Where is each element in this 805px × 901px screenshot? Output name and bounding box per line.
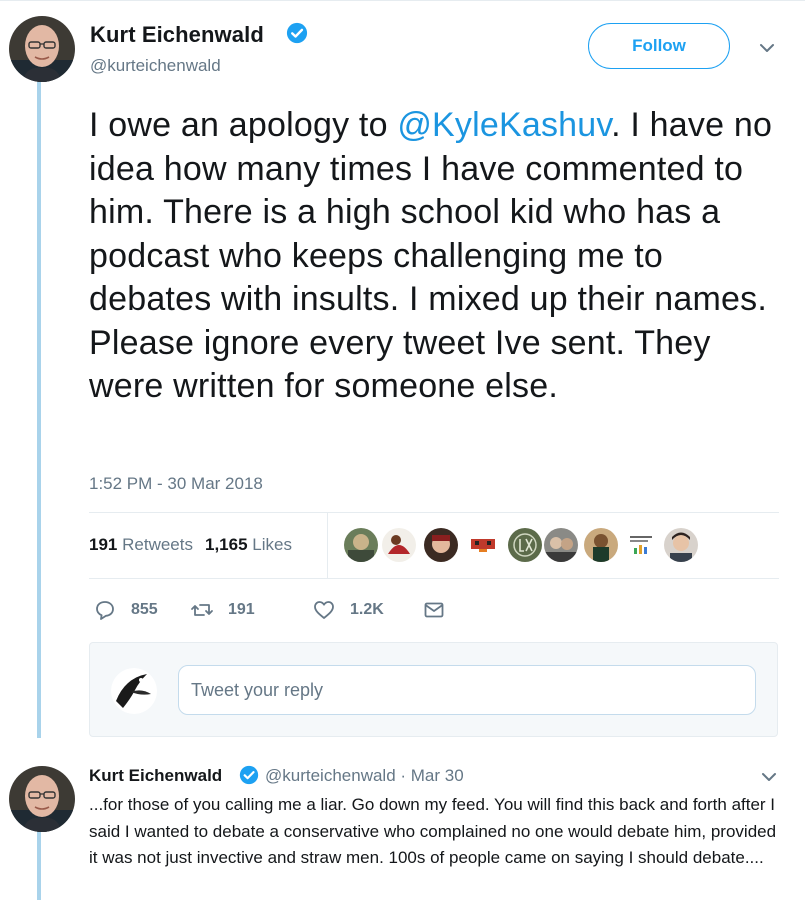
envelope-icon bbox=[424, 602, 444, 618]
retweets-label: Retweets bbox=[122, 535, 193, 554]
verified-badge-icon bbox=[239, 765, 259, 785]
liker-avatar[interactable] bbox=[583, 527, 619, 563]
heart-icon bbox=[314, 601, 334, 619]
liker-avatar[interactable] bbox=[663, 527, 699, 563]
reply-author-handle[interactable]: @kurteichenwald bbox=[265, 766, 396, 785]
reply-author-meta: @kurteichenwald · Mar 30 bbox=[265, 766, 464, 786]
tweet-text-part: I owe an apology to bbox=[89, 106, 398, 144]
verified-badge-icon bbox=[286, 22, 308, 44]
thread-connector-gap bbox=[37, 738, 41, 768]
tweet-text: I owe an apology to @KyleKashuv. I have … bbox=[89, 104, 789, 409]
author-handle[interactable]: @kurteichenwald bbox=[90, 56, 221, 76]
retweets-stat[interactable]: 191 Retweets bbox=[89, 535, 193, 554]
liker-avatar[interactable] bbox=[423, 527, 459, 563]
likes-label: Likes bbox=[252, 535, 292, 554]
tweet-timestamp[interactable]: 1:52 PM - 30 Mar 2018 bbox=[89, 474, 263, 494]
liker-avatar[interactable] bbox=[543, 527, 579, 563]
reply-author-avatar[interactable] bbox=[9, 766, 75, 832]
reply-tweet-text: ...for those of you calling me a liar. G… bbox=[89, 795, 777, 867]
top-border bbox=[0, 0, 805, 1]
author-avatar[interactable] bbox=[9, 16, 75, 82]
reply-date[interactable]: · Mar 30 bbox=[400, 766, 463, 785]
divider bbox=[89, 578, 779, 579]
retweet-action[interactable]: 191 bbox=[190, 598, 255, 622]
liker-avatar[interactable] bbox=[381, 527, 417, 563]
chevron-down-icon[interactable] bbox=[760, 768, 778, 786]
divider bbox=[89, 512, 779, 513]
reply-icon bbox=[96, 601, 114, 620]
current-user-avatar bbox=[111, 668, 157, 714]
direct-message-action[interactable] bbox=[422, 598, 446, 622]
tweet-stats: 191 Retweets 1,165 Likes bbox=[89, 535, 292, 555]
liker-avatar[interactable] bbox=[507, 527, 543, 563]
retweet-icon bbox=[191, 604, 213, 616]
mention-link[interactable]: @KyleKashuv bbox=[397, 106, 611, 144]
reply-author-name[interactable]: Kurt Eichenwald bbox=[89, 766, 222, 786]
reply-count: 855 bbox=[131, 601, 158, 618]
like-action[interactable]: 1.2K bbox=[312, 598, 384, 622]
liker-avatar[interactable] bbox=[623, 527, 659, 563]
retweets-count: 191 bbox=[89, 535, 118, 554]
retweet-count: 191 bbox=[228, 601, 255, 618]
follow-button[interactable]: Follow bbox=[588, 23, 730, 69]
tweet-text-part: . I have no idea how many times I have c… bbox=[89, 106, 773, 405]
liker-avatar[interactable] bbox=[465, 527, 501, 563]
likes-stat[interactable]: 1,165 Likes bbox=[205, 535, 292, 554]
chevron-down-icon[interactable] bbox=[758, 39, 776, 57]
reply-input[interactable]: Tweet your reply bbox=[178, 665, 756, 715]
divider bbox=[327, 512, 328, 578]
liker-avatar[interactable] bbox=[343, 527, 379, 563]
likes-count: 1,165 bbox=[204, 535, 248, 554]
author-name[interactable]: Kurt Eichenwald bbox=[90, 22, 264, 48]
like-count: 1.2K bbox=[350, 601, 384, 618]
reply-action[interactable]: 855 bbox=[93, 598, 158, 622]
